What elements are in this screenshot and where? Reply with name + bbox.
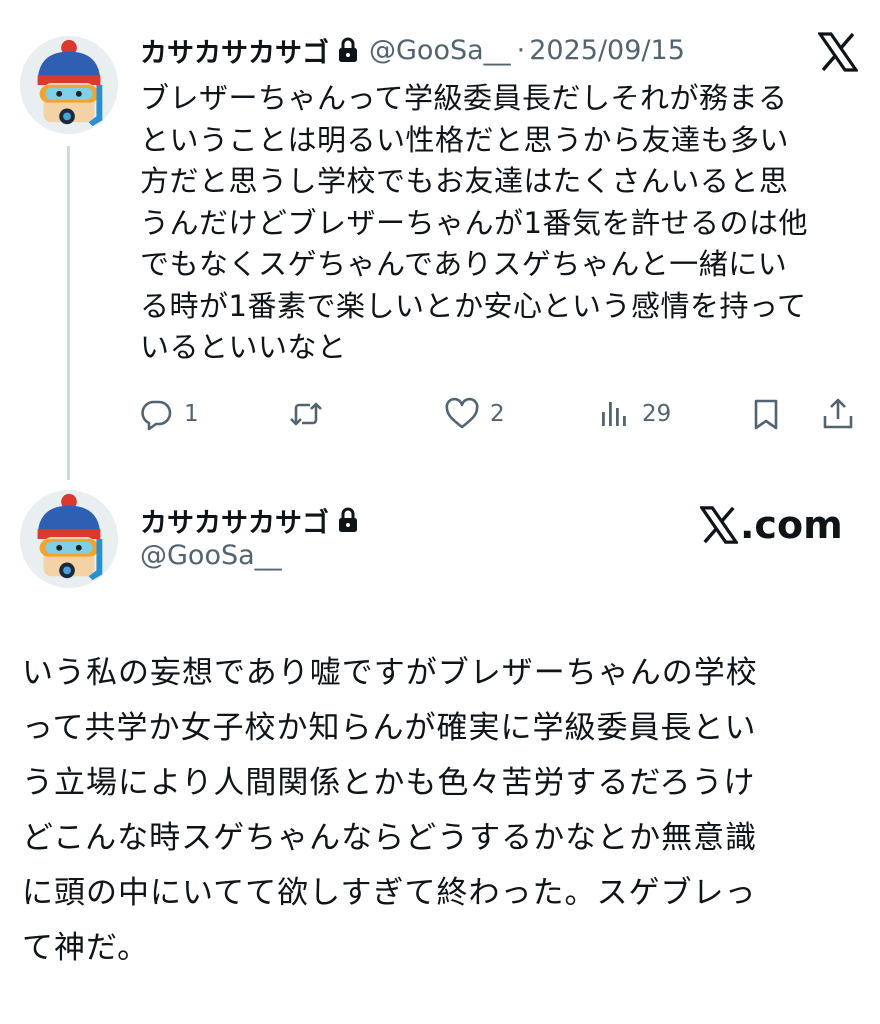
- separator-dot: ·: [516, 34, 526, 66]
- avatar-image: [20, 36, 118, 134]
- lock-icon: [337, 37, 359, 63]
- tweet-header: カサカサカサゴ @GooSa__ · 2025/09/15: [140, 30, 685, 70]
- avatar-image: [20, 490, 118, 588]
- tweet-actions: 1 2 29: [136, 392, 860, 436]
- tweet-date[interactable]: 2025/09/15: [529, 35, 685, 66]
- avatar[interactable]: [20, 36, 118, 134]
- x-com-domain: .com: [740, 503, 843, 547]
- x-logo-icon: [700, 506, 738, 544]
- continuation-text: いう私の妄想であり嘘ですがブレザーちゃんの学校 って共学か女子校か知らんが確実に…: [22, 655, 758, 966]
- avatar[interactable]: [20, 490, 118, 588]
- like-button[interactable]: 2: [444, 392, 505, 436]
- views-chart-icon: [602, 402, 626, 426]
- handle[interactable]: @GooSa__: [369, 35, 511, 66]
- x-com-logo: .com: [700, 500, 843, 550]
- display-name[interactable]: カサカサカサゴ: [140, 501, 329, 540]
- bookmark-icon: [754, 399, 778, 430]
- reply-count: 1: [184, 401, 199, 427]
- card-author: カサカサカサゴ: [140, 500, 369, 540]
- reply-icon: [141, 400, 172, 431]
- thread-connector-line: [67, 146, 70, 480]
- x-logo-icon[interactable]: [816, 32, 860, 72]
- like-count: 2: [490, 401, 505, 427]
- handle[interactable]: @GooSa__: [140, 540, 282, 571]
- display-name[interactable]: カサカサカサゴ: [140, 31, 329, 70]
- tweet-text: ブレザーちゃんって学級委員長だしそれが務まる ということは明るい性格だと思うから…: [140, 81, 808, 364]
- repost-icon: [290, 402, 322, 426]
- share-button[interactable]: [820, 392, 856, 436]
- share-icon: [823, 398, 853, 429]
- heart-icon: [445, 397, 479, 429]
- lock-icon: [337, 507, 359, 533]
- views-count: 29: [642, 401, 672, 427]
- bookmark-button[interactable]: [748, 392, 784, 436]
- reply-button[interactable]: 1: [138, 392, 199, 436]
- repost-button[interactable]: [288, 392, 334, 436]
- views-button[interactable]: 29: [596, 392, 671, 436]
